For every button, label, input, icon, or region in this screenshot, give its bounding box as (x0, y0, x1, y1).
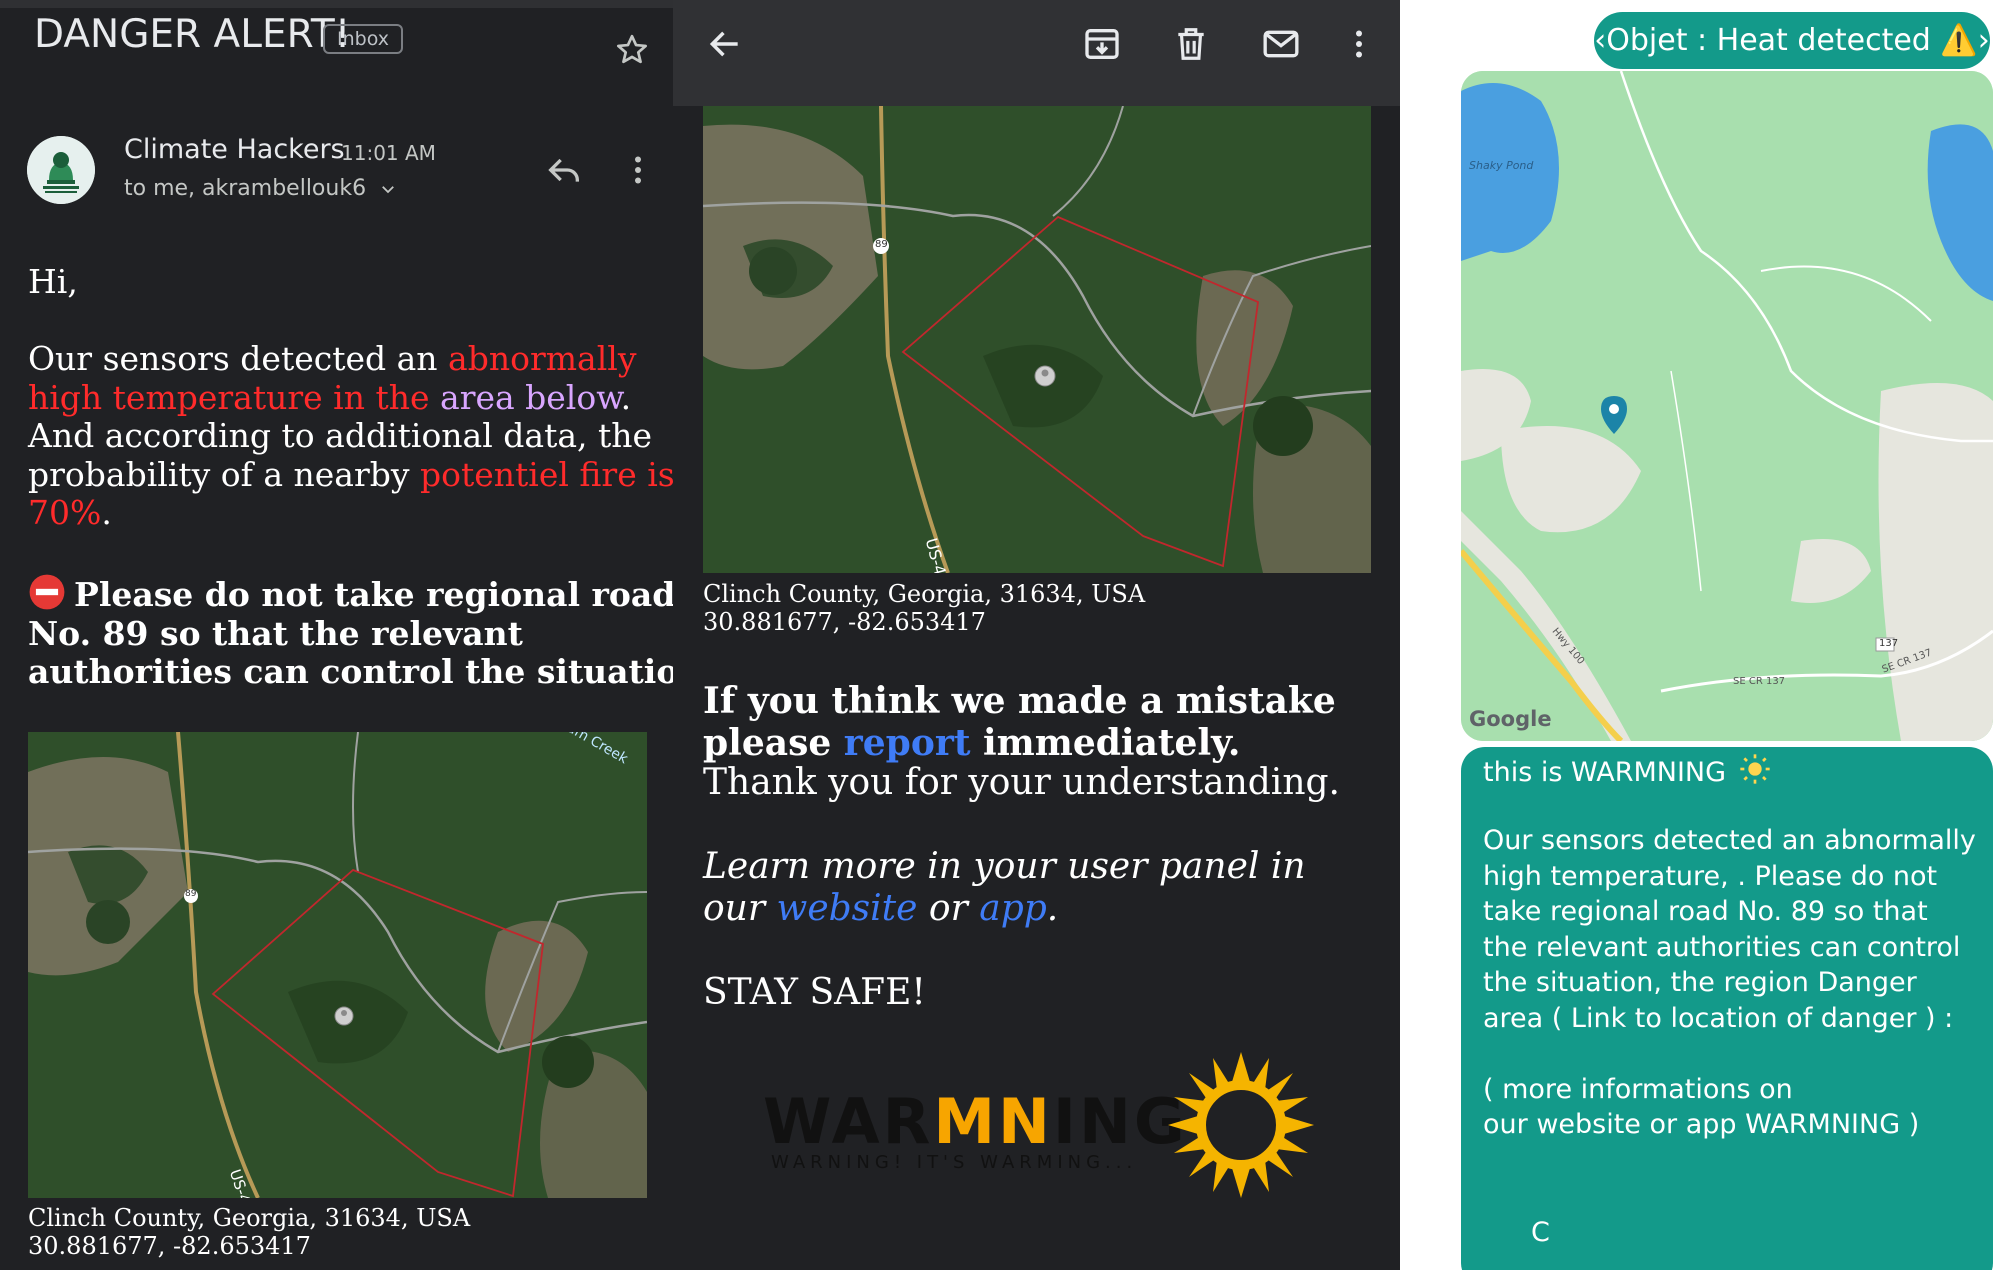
p1-text-f: And according to additional data, the (28, 416, 653, 455)
message-body: Our sensors detected an abnormally high … (1483, 823, 1988, 1143)
message-line: high temperature, . Please do not (1483, 860, 1938, 892)
chevron-down-icon[interactable] (379, 180, 397, 198)
message-line: area ( Link to location of danger ) : (1483, 1002, 1954, 1034)
website-link[interactable]: website (777, 888, 918, 929)
back-arrow-icon[interactable] (706, 25, 744, 63)
recipients-text: to me, akrambellouk6 (124, 176, 367, 201)
trash-icon[interactable] (1172, 24, 1210, 64)
email-toolbar (673, 0, 1400, 106)
reply-icon[interactable] (544, 150, 584, 190)
status-strip (0, 0, 673, 8)
archive-icon[interactable] (1082, 24, 1122, 64)
map-road-label-89: 89 (185, 889, 197, 899)
p1-text-a: Our sensors detected an (28, 339, 449, 378)
message-line: the relevant authorities can control (1483, 931, 1961, 963)
sun-icon (1168, 1052, 1314, 1198)
sender-name[interactable]: Climate Hackers (124, 134, 345, 165)
caption-address: Clinch County, Georgia, 31634, USA (28, 1204, 471, 1232)
learn-more: Learn more in your user panel in our web… (703, 846, 1306, 930)
email-subject: DANGER ALERT! (34, 12, 351, 57)
stay-safe: STAY SAFE! (703, 972, 926, 1013)
sun-icon (1739, 754, 1770, 784)
star-icon[interactable] (614, 32, 650, 68)
no-entry-icon (29, 574, 65, 610)
avatar[interactable] (27, 136, 95, 204)
p1-highlight-b: high temperature in the (28, 377, 441, 417)
warning-line-2: No. 89 so that the relevant (28, 613, 523, 653)
road-warning: Please do not take regional road No. 89 … (28, 573, 673, 692)
more-vert-icon[interactable] (620, 152, 656, 188)
more-vert-icon[interactable] (1341, 26, 1377, 62)
map-label-pond: Shaky Pond (1469, 159, 1534, 172)
hacker-logo-icon (27, 136, 95, 204)
learn-line-2a: our (703, 888, 777, 929)
learn-line-1: Learn more in your user panel in (703, 846, 1306, 887)
fire-probability: 70% (28, 493, 102, 532)
learn-dot: . (1046, 888, 1059, 929)
logo-mn: MN (933, 1085, 1053, 1158)
subject-chip[interactable]: ‹Objet : Heat detected ⚠️› (1594, 12, 1990, 69)
area-below-link[interactable]: area below (440, 378, 621, 417)
message-line: the situation, the region Danger (1483, 967, 1917, 998)
warning-line-1: Please do not take regional road (74, 575, 673, 614)
google-map-image[interactable]: Shaky Pond 137 Hwy 100 SE CR 137 SE CR 1… (1461, 71, 1993, 741)
report-link[interactable]: report (844, 722, 971, 764)
message-line: ( more informations on (1483, 1073, 1793, 1105)
p1-dot-2: . (101, 493, 112, 532)
map-label-route: 137 (1879, 638, 1899, 649)
caption-address: Clinch County, Georgia, 31634, USA (703, 580, 1146, 608)
learn-or: or (917, 888, 980, 929)
logo-war: WAR (763, 1085, 934, 1158)
message-title-line: this is WARMNING (1483, 753, 1771, 788)
mistake-notice: If you think we made a mistake please re… (703, 680, 1336, 764)
email-panel-left: DANGER ALERT! Inbox Climate Hackers 11:0… (0, 0, 673, 1270)
greeting: Hi, (28, 262, 78, 301)
thanks-line: Thank you for your understanding. (703, 762, 1340, 803)
map-caption: Clinch County, Georgia, 31634, USA 30.88… (28, 1204, 470, 1260)
caption-coordinates: 30.881677, -82.653417 (703, 608, 986, 636)
message-line: take regional road No. 89 so that (1483, 896, 1928, 927)
recipients-line[interactable]: to me, akrambellouk6 (124, 176, 397, 201)
map-caption: Clinch County, Georgia, 31634, USA 30.88… (703, 580, 1145, 636)
mistake-line-2b: immediately. (970, 722, 1241, 764)
message-cursor-text: C (1531, 1217, 1550, 1248)
alert-paragraph: Our sensors detected an abnormally high … (28, 339, 673, 533)
google-logo: Google (1469, 707, 1552, 731)
email-panel-middle: 89 US-44 Clinch County, Georgia, 31634, … (673, 0, 1400, 1270)
mail-icon[interactable] (1260, 24, 1302, 64)
message-title: this is WARMNING (1483, 757, 1727, 788)
satellite-map-image[interactable]: 89 US-44 rum Creek (28, 732, 647, 1198)
caption-coordinates: 30.881677, -82.653417 (28, 1232, 311, 1260)
satellite-map-image[interactable]: 89 US-44 (703, 106, 1371, 573)
warning-line-3: authorities can control the situation. (28, 652, 673, 691)
p1-highlight-c: potentiel fire is (419, 454, 673, 494)
message-line: our website or app WARMNING ) (1483, 1109, 1920, 1140)
p1-highlight-a: abnormally (448, 339, 637, 378)
map-label-secr1: SE CR 137 (1733, 676, 1786, 687)
p1-text-g: probability of a nearby (28, 454, 420, 494)
message-line: Our sensors detected an abnormally (1483, 825, 1976, 856)
mistake-line-1: If you think we made a mistake (703, 680, 1336, 722)
map-road-label-89: 89 (875, 239, 888, 250)
mistake-line-2a: please (703, 722, 844, 764)
logo-tagline: WARNING! IT'S WARMING... (771, 1152, 1138, 1173)
message-line (1483, 1036, 1988, 1072)
sms-panel: ‹Objet : Heat detected ⚠️› Shaky Pond 13… (1400, 0, 2000, 1270)
email-time: 11:01 AM (341, 141, 436, 165)
sms-message-bubble[interactable]: this is WARMNING Our sensors detected an… (1461, 747, 1993, 1270)
inbox-label-chip[interactable]: Inbox (323, 24, 403, 54)
app-link[interactable]: app (979, 888, 1047, 929)
warmning-logo: WARMNING (763, 1090, 1188, 1154)
p1-dot: . (620, 377, 632, 417)
